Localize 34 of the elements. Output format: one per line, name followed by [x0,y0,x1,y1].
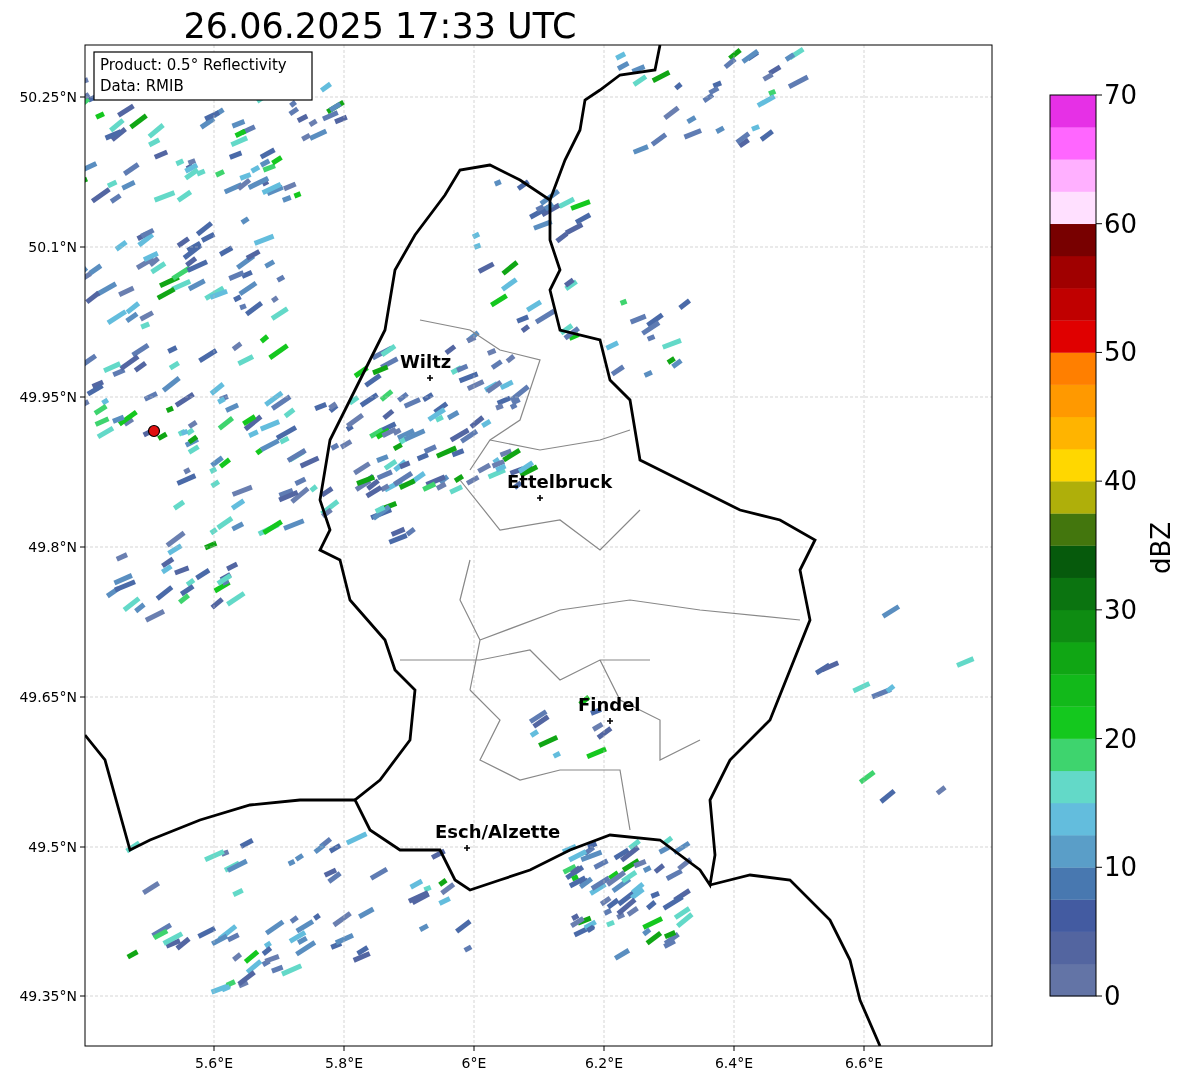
city-label: Findel [578,694,641,715]
y-tick-label: 49.95°N [19,389,77,405]
city-label: Esch/Alzette [435,821,561,842]
x-tick-label: 5.6°E [194,1055,234,1071]
colorbar-tick-label: 40 [1104,466,1138,497]
y-tick-label: 49.8°N [28,539,77,555]
x-tick-label: 6.2°E [584,1055,624,1071]
radar-site-icon [147,424,161,438]
y-tick-label: 50.1°N [28,239,77,255]
y-tick-label: 49.5°N [28,839,77,855]
city-marker-icon [463,844,471,852]
colorbar-label: dBZ [1146,521,1176,575]
x-tick-label: 6.4°E [714,1055,754,1071]
colorbar-tick-label: 60 [1104,208,1138,239]
x-tick-label: 6°E [461,1055,487,1071]
info-text: Data: RMIB [100,77,184,95]
x-tick-label: 5.8°E [324,1055,364,1071]
colorbar-tick-label: 10 [1104,852,1138,883]
colorbar-tick-label: 70 [1104,80,1138,110]
colorbar-tick-label: 20 [1104,723,1138,754]
city-marker-icon [606,717,614,725]
city-label: Ettelbruck [507,471,613,492]
colorbar-tick-label: 0 [1104,981,1121,1011]
city-label: Wiltz [400,351,452,372]
y-tick-label: 49.65°N [19,689,77,705]
colorbar-tick-label: 50 [1104,337,1138,368]
colorbar-tick-label: 30 [1104,594,1138,625]
y-tick-label: 50.25°N [19,89,77,105]
city-marker-icon [536,494,544,502]
info-text: Product: 0.5° Reflectivity [100,56,287,74]
chart-title: 26.06.2025 17:33 UTC [183,6,577,46]
city-marker-icon [426,374,434,382]
y-tick-label: 49.35°N [19,988,77,1004]
x-tick-label: 6.6°E [844,1055,884,1071]
